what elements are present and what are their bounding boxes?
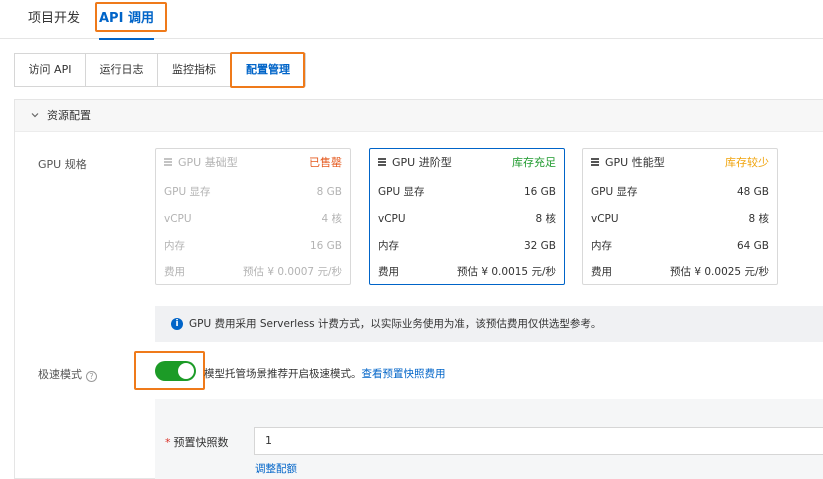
stock-status: 库存充足 (512, 156, 556, 169)
row-key: 内存 (164, 240, 185, 252)
fast-mode-toggle[interactable] (155, 361, 196, 381)
card-row: vCPU 8 核 (378, 212, 556, 226)
row-value: 4 核 (321, 213, 342, 225)
section-title: 资源配置 (47, 109, 91, 122)
gpu-spec-label: GPU 规格 (38, 158, 87, 171)
fast-mode-label-text: 极速模式 (38, 368, 82, 381)
card-row: GPU 显存 48 GB (591, 185, 769, 199)
card-row: 内存 16 GB (164, 239, 342, 253)
card-row: GPU 显存 16 GB (378, 185, 556, 199)
server-icon (378, 158, 386, 167)
gpu-billing-notice: i GPU 费用采用 Serverless 计费方式，以实际业务使用为准，该预估… (155, 306, 823, 342)
card-name: GPU 基础型 (178, 156, 238, 169)
fast-mode-description: 模型托管场景推荐开启极速模式。查看预置快照费用 (204, 366, 446, 381)
fast-mode-description-text: 模型托管场景推荐开启极速模式。 (204, 368, 362, 380)
tab-monitoring[interactable]: 监控指标 (157, 53, 231, 87)
card-name: GPU 性能型 (605, 156, 665, 169)
gpu-card-basic: GPU 基础型 已售罄 GPU 显存 8 GB vCPU 4 核 内存 16 GB 费… (155, 148, 351, 285)
snapshot-count-label-text: 预置快照数 (173, 436, 229, 449)
card-row: 费用 预估 ¥ 0.0025 元/秒 (591, 265, 769, 279)
row-value: 16 GB (309, 240, 342, 252)
section-header[interactable]: 资源配置 (15, 100, 823, 132)
snapshot-count-label: * 预置快照数 (165, 434, 229, 450)
row-key: GPU 显存 (378, 186, 425, 198)
row-value: 8 核 (748, 213, 769, 225)
stock-status: 已售罄 (309, 156, 342, 169)
server-icon (591, 158, 599, 167)
card-row: vCPU 4 核 (164, 212, 342, 226)
row-key: vCPU (378, 213, 406, 225)
row-key: GPU 显存 (591, 186, 638, 198)
top-tab-bar: 项目开发 API 调用 (0, 0, 823, 40)
required-star: * (165, 436, 171, 449)
row-key: 费用 (591, 266, 612, 278)
row-key: vCPU (591, 213, 619, 225)
tab-access-api[interactable]: 访问 API (14, 53, 86, 87)
card-row: 内存 32 GB (378, 239, 556, 253)
card-row: 内存 64 GB (591, 239, 769, 253)
row-value: 8 GB (316, 186, 342, 198)
card-row: GPU 显存 8 GB (164, 185, 342, 199)
adjust-quota-link[interactable]: 调整配额 (255, 461, 297, 476)
row-key: 费用 (378, 266, 399, 278)
card-row: vCPU 8 核 (591, 212, 769, 226)
stock-status: 库存较少 (725, 156, 769, 169)
tab-api-call[interactable]: API 调用 (99, 0, 154, 40)
row-key: 内存 (591, 240, 612, 252)
row-value: 48 GB (736, 186, 769, 198)
view-snapshot-cost-link[interactable]: 查看预置快照费用 (362, 368, 446, 380)
row-value: 预估 ¥ 0.0007 元/秒 (243, 266, 342, 278)
row-key: 费用 (164, 266, 185, 278)
gpu-card-advanced[interactable]: GPU 进阶型 库存充足 GPU 显存 16 GB vCPU 8 核 内存 32 GB… (369, 148, 565, 285)
chevron-down-icon (31, 113, 39, 118)
server-icon (164, 158, 172, 167)
notice-text: GPU 费用采用 Serverless 计费方式，以实际业务使用为准，该预估费用… (189, 318, 602, 330)
row-key: 内存 (378, 240, 399, 252)
toggle-knob (178, 363, 194, 379)
card-row: 费用 预估 ¥ 0.0007 元/秒 (164, 265, 342, 279)
gpu-card-performance[interactable]: GPU 性能型 库存较少 GPU 显存 48 GB vCPU 8 核 内存 64 GB… (582, 148, 778, 285)
row-value: 8 核 (535, 213, 556, 225)
tab-config-management[interactable]: 配置管理 (230, 53, 306, 87)
row-key: vCPU (164, 213, 192, 225)
row-value: 预估 ¥ 0.0015 元/秒 (457, 266, 556, 278)
row-key: GPU 显存 (164, 186, 211, 198)
snapshot-count-input[interactable]: 1 (254, 427, 823, 455)
help-icon[interactable]: ? (86, 371, 97, 382)
info-icon: i (171, 318, 183, 330)
card-name: GPU 进阶型 (392, 156, 452, 169)
fast-mode-label: 极速模式? (38, 366, 97, 382)
row-value: 32 GB (523, 240, 556, 252)
card-row: 费用 预估 ¥ 0.0015 元/秒 (378, 265, 556, 279)
tab-project-dev[interactable]: 项目开发 (28, 0, 80, 39)
row-value: 预估 ¥ 0.0025 元/秒 (670, 266, 769, 278)
tab-run-logs[interactable]: 运行日志 (85, 53, 158, 87)
row-value: 16 GB (523, 186, 556, 198)
tab-api-call-label: API 调用 (99, 11, 154, 26)
active-tab-underline (99, 38, 154, 40)
row-value: 64 GB (736, 240, 769, 252)
